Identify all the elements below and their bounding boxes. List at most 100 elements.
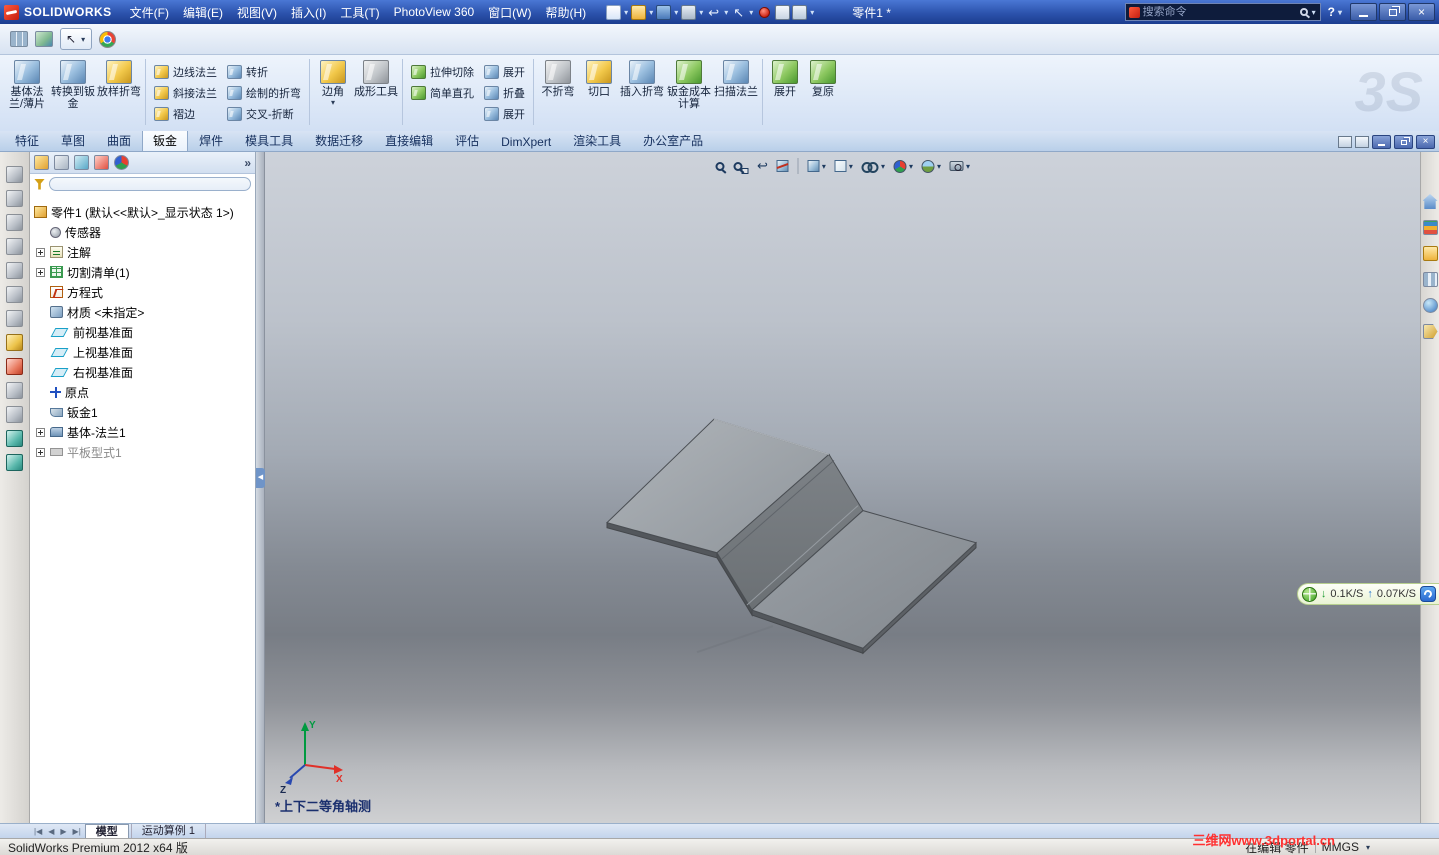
tab-mold-tools[interactable]: 模具工具 <box>234 128 304 151</box>
menu-help[interactable]: 帮助(H) <box>539 1 594 24</box>
tab-office-products[interactable]: 办公室产品 <box>632 128 714 151</box>
open-dropdown[interactable]: ▾ <box>648 8 654 17</box>
corner-dropdown[interactable]: ▾ <box>330 98 336 107</box>
menu-window[interactable]: 窗口(W) <box>481 1 538 24</box>
options-icon[interactable] <box>792 4 808 20</box>
select-icon[interactable]: ↖ <box>731 5 746 20</box>
flatten-small-button[interactable]: 展开 <box>479 103 530 124</box>
view-settings-icon[interactable]: ▾ <box>949 157 970 175</box>
open-icon[interactable] <box>631 4 647 20</box>
units-dropdown[interactable]: ▾ <box>1365 843 1371 852</box>
tab-weldments[interactable]: 焊件 <box>188 128 234 151</box>
section-view-icon[interactable] <box>776 157 789 175</box>
split-pane-icon[interactable] <box>1338 136 1352 148</box>
doc-close-button[interactable]: × <box>1416 135 1435 149</box>
corner-button[interactable]: 边角 ▾ <box>313 57 353 127</box>
left-toolbar-icon[interactable] <box>6 358 23 375</box>
save-icon[interactable] <box>656 4 672 20</box>
tab-features[interactable]: 特征 <box>4 128 50 151</box>
doc-minimize-button[interactable] <box>1372 135 1391 149</box>
previous-view-icon[interactable]: ↩ <box>757 157 768 175</box>
save-dropdown[interactable]: ▾ <box>673 8 679 17</box>
tree-item-right-plane[interactable]: 右视基准面 <box>30 362 255 382</box>
left-toolbar-icon[interactable] <box>6 190 23 207</box>
left-toolbar-icon[interactable] <box>6 454 23 471</box>
tab-render-tools[interactable]: 渲染工具 <box>562 128 632 151</box>
tree-item-sensors[interactable]: 传感器 <box>30 222 255 242</box>
sketched-bend-button[interactable]: 绘制的折弯 <box>222 82 306 103</box>
pane-layout-icon[interactable] <box>1355 136 1369 148</box>
zoom-area-icon[interactable] <box>733 157 748 175</box>
tab-scroll-last[interactable]: ▶| <box>71 827 83 836</box>
displaymanager-tab-icon[interactable] <box>114 155 129 170</box>
menu-tools[interactable]: 工具(T) <box>333 1 386 24</box>
configurationmanager-tab-icon[interactable] <box>74 155 89 170</box>
panel-splitter[interactable]: ◀ <box>256 152 265 823</box>
select-tool-dropdown[interactable]: ▾ <box>80 35 86 44</box>
menu-view[interactable]: 视图(V) <box>230 1 284 24</box>
solidworks-resources-icon[interactable] <box>1422 194 1438 209</box>
sheet-metal-costing-button[interactable]: 钣金成本计算 <box>665 57 713 127</box>
tree-item-base-flange[interactable]: 基体-法兰1 <box>30 422 255 442</box>
tab-surfaces[interactable]: 曲面 <box>96 128 142 151</box>
left-toolbar-icon[interactable] <box>6 214 23 231</box>
print-icon[interactable] <box>681 4 697 20</box>
tab-scroll-next[interactable]: ▶ <box>58 827 68 836</box>
flatten-button[interactable]: 展开 <box>766 57 804 127</box>
tree-item-cut-list[interactable]: 切割清单(1) <box>30 262 255 282</box>
tree-item-origin[interactable]: 原点 <box>30 382 255 402</box>
tab-evaluate[interactable]: 评估 <box>444 128 490 151</box>
new-document-dropdown[interactable]: ▾ <box>623 8 629 17</box>
tree-item-sheet-metal[interactable]: 钣金1 <box>30 402 255 422</box>
left-toolbar-icon[interactable] <box>6 430 23 447</box>
menu-edit[interactable]: 编辑(E) <box>176 1 230 24</box>
collapse-panel-arrow[interactable]: ◀ <box>256 468 265 488</box>
base-flange-button[interactable]: 基体法兰/薄片 <box>4 57 50 127</box>
left-toolbar-icon[interactable] <box>6 382 23 399</box>
tree-item-top-plane[interactable]: 上视基准面 <box>30 342 255 362</box>
featuremanager-tab-icon[interactable] <box>34 155 49 170</box>
tree-item-equations[interactable]: 方程式 <box>30 282 255 302</box>
convert-to-sheet-metal-button[interactable]: 转换到钣金 <box>50 57 96 127</box>
apply-scene-icon[interactable]: ▾ <box>921 157 941 175</box>
hem-button[interactable]: 褶边 <box>149 103 222 124</box>
graphics-area[interactable]: ↩ ▾ ▾ ▾ ▾ ▾ ▾ Y X Z *上下二等角轴测 <box>265 152 1420 823</box>
sheet-metal-part[interactable] <box>265 152 1420 823</box>
extruded-cut-button[interactable]: 拉伸切除 <box>406 61 479 82</box>
unfold-button[interactable]: 展开 <box>479 61 530 82</box>
help-dropdown[interactable]: ▾ <box>1337 8 1343 17</box>
swept-flange-button[interactable]: 扫描法兰 <box>713 57 759 127</box>
undo-icon[interactable]: ↩ <box>706 5 721 20</box>
edge-flange-button[interactable]: 边线法兰 <box>149 61 222 82</box>
hide-show-items-icon[interactable]: ▾ <box>861 157 885 175</box>
menu-file[interactable]: 文件(F) <box>123 1 176 24</box>
rebuild-icon[interactable] <box>759 6 771 18</box>
network-speed-widget[interactable]: ↓ 0.1K/S ↑ 0.07K/S <box>1296 583 1439 605</box>
no-bends-button[interactable]: 不折弯 <box>537 57 579 127</box>
tree-expander[interactable] <box>36 427 45 437</box>
tab-sketch[interactable]: 草图 <box>50 128 96 151</box>
tree-filter-bar[interactable] <box>49 177 251 191</box>
forming-tool-button[interactable]: 成形工具 <box>353 57 399 127</box>
tab-motion-study[interactable]: 运动算例 1 <box>130 824 206 838</box>
chrome-icon[interactable] <box>99 30 117 48</box>
search-dropdown[interactable]: ▾ <box>1311 8 1317 17</box>
print-dropdown[interactable]: ▾ <box>698 8 704 17</box>
options-dropdown[interactable]: ▾ <box>809 8 815 17</box>
undo-dropdown[interactable]: ▾ <box>723 8 729 17</box>
miter-flange-button[interactable]: 斜接法兰 <box>149 82 222 103</box>
tab-scroll-prev[interactable]: ◀ <box>46 827 56 836</box>
left-toolbar-icon[interactable] <box>6 166 23 183</box>
new-document-icon[interactable] <box>606 4 622 20</box>
simple-hole-button[interactable]: 简单直孔 <box>406 82 479 103</box>
command-search[interactable]: ▾ <box>1124 3 1321 21</box>
restore-button[interactable] <box>1379 3 1406 21</box>
help-button[interactable]: ? ▾ <box>1328 5 1343 19</box>
fold-button[interactable]: 折叠 <box>479 82 530 103</box>
menu-photoview360[interactable]: PhotoView 360 <box>387 2 482 22</box>
tree-expander[interactable] <box>36 447 45 457</box>
rip-button[interactable]: 切口 <box>579 57 619 127</box>
zoom-fit-icon[interactable] <box>715 157 724 175</box>
jog-button[interactable]: 转折 <box>222 61 306 82</box>
tab-data-migration[interactable]: 数据迁移 <box>304 128 374 151</box>
